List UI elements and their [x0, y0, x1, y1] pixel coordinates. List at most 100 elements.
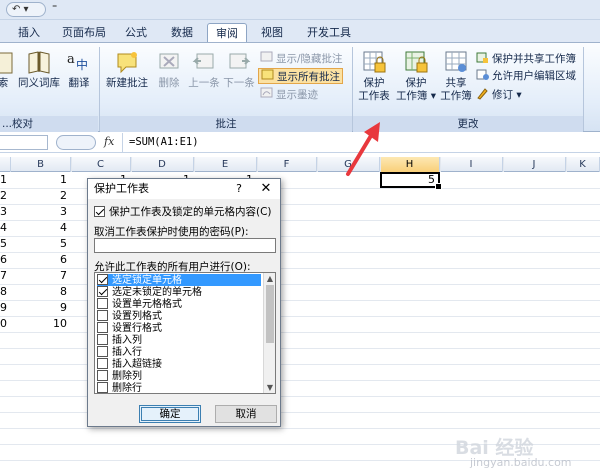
cell-b4[interactable]: 4: [11, 220, 71, 236]
name-box[interactable]: [0, 135, 48, 150]
group-separator: [583, 47, 584, 131]
list-item[interactable]: 插入行: [97, 346, 261, 358]
list-item[interactable]: 删除列: [97, 370, 261, 382]
translate-label: 翻译: [68, 77, 90, 89]
research-label: ...索: [0, 77, 9, 89]
cell-b6[interactable]: 6: [11, 252, 71, 268]
list-item[interactable]: 选定锁定单元格: [97, 274, 261, 286]
cell-b3[interactable]: 3: [11, 204, 71, 220]
list-item[interactable]: 选定未锁定的单元格: [97, 286, 261, 298]
show-ink-button[interactable]: 显示墨迹: [260, 87, 318, 103]
allow-edit-ranges-button[interactable]: 允许用户编辑区域: [476, 68, 576, 84]
password-input[interactable]: [94, 238, 276, 253]
share-workbook-label-2: 工作簿: [440, 90, 472, 102]
protect-sheet-label-2: 工作表: [358, 90, 390, 102]
scroll-thumb[interactable]: [266, 285, 274, 343]
cell-b2[interactable]: 2: [11, 188, 71, 204]
checkbox-icon[interactable]: [97, 370, 108, 381]
customize-qat-button[interactable]: ⁼: [52, 3, 57, 14]
cell-b10[interactable]: 10: [11, 316, 71, 332]
new-comment-label: 新建批注: [106, 77, 148, 89]
protect-workbook-label-1: 保护: [405, 77, 427, 89]
allow-edit-ranges-label: 允许用户编辑区域: [492, 70, 576, 82]
column-header-d[interactable]: D: [131, 157, 194, 172]
column-header-b[interactable]: B: [11, 157, 71, 172]
translate-button[interactable]: a中 翻译: [64, 49, 94, 90]
cell-b1[interactable]: 1: [11, 172, 71, 188]
cell-b7[interactable]: 7: [11, 268, 71, 284]
list-item[interactable]: 设置列格式: [97, 310, 261, 322]
cell-b9[interactable]: 9: [11, 300, 71, 316]
previous-comment-button[interactable]: 上一条: [187, 49, 221, 90]
scroll-down-icon[interactable]: ▼: [264, 382, 275, 393]
next-comment-label: 下一条: [223, 77, 255, 89]
tab-review[interactable]: 审阅: [207, 23, 247, 43]
cancel-button[interactable]: 取消: [215, 405, 277, 423]
column-header-c[interactable]: C: [71, 157, 131, 172]
checkbox-icon[interactable]: [97, 310, 108, 321]
list-item[interactable]: 设置行格式: [97, 322, 261, 334]
column-header-j[interactable]: J: [503, 157, 566, 172]
checkbox-checked-icon[interactable]: [97, 274, 108, 285]
ribbon: ...索 同义词库 a中 翻译 ...校对 新建批注 删除 上一条 下一条 显示…: [0, 42, 600, 132]
list-item[interactable]: 插入超链接: [97, 358, 261, 370]
protect-share-icon: [476, 52, 488, 63]
close-icon[interactable]: ✕: [256, 179, 276, 199]
previous-comment-label: 上一条: [188, 77, 220, 89]
formula-bar-buttons[interactable]: [56, 135, 96, 150]
checkbox-icon[interactable]: [97, 322, 108, 333]
share-workbook-button[interactable]: 共享 工作簿: [438, 49, 474, 103]
thesaurus-button[interactable]: 同义词库: [18, 49, 60, 90]
scroll-up-icon[interactable]: ▲: [264, 273, 275, 284]
column-header-e[interactable]: E: [194, 157, 257, 172]
undo-button[interactable]: ↶ ▾: [6, 2, 46, 17]
list-item-label: 插入列: [112, 335, 142, 346]
new-comment-button[interactable]: 新建批注: [104, 49, 150, 90]
protect-sheet-icon: [363, 51, 386, 73]
tab-data[interactable]: 数据: [164, 23, 200, 42]
column-headers: B C D E F G H I J K: [0, 157, 600, 172]
protect-workbook-button[interactable]: 保护 工作簿 ▾: [394, 49, 438, 103]
svg-text:a: a: [67, 52, 75, 67]
share-workbook-label-1: 共享: [445, 77, 467, 89]
tab-view[interactable]: 视图: [253, 23, 291, 42]
show-all-comments-button[interactable]: 显示所有批注: [258, 68, 343, 84]
column-header-k[interactable]: K: [566, 157, 600, 172]
new-comment-icon: [117, 52, 137, 74]
tab-formulas[interactable]: 公式: [118, 23, 154, 42]
tab-insert[interactable]: 插入: [12, 23, 46, 42]
tab-developer[interactable]: 开发工具: [298, 23, 360, 42]
protect-sheet-button[interactable]: 保护 工作表: [356, 49, 392, 103]
checkbox-icon[interactable]: [97, 358, 108, 369]
checkbox-icon[interactable]: [97, 298, 108, 309]
track-changes-button[interactable]: 修订 ▾: [476, 87, 522, 103]
ok-button[interactable]: 确定: [139, 405, 201, 423]
checkbox-checked-icon[interactable]: [97, 286, 108, 297]
thesaurus-book-icon: [28, 51, 50, 74]
protect-share-workbook-button[interactable]: 保护并共享工作簿: [476, 51, 576, 67]
list-item[interactable]: 插入列: [97, 334, 261, 346]
research-button[interactable]: ...索: [0, 49, 14, 90]
column-header-f[interactable]: F: [257, 157, 317, 172]
delete-comment-button[interactable]: 删除: [154, 49, 184, 90]
delete-comment-icon: [159, 53, 179, 69]
column-header-a[interactable]: [0, 157, 11, 172]
cell-b8[interactable]: 8: [11, 284, 71, 300]
protect-contents-checkbox[interactable]: 保护工作表及锁定的单元格内容(C): [94, 205, 272, 219]
cell-b5[interactable]: 5: [11, 236, 71, 252]
help-button[interactable]: ?: [229, 179, 249, 199]
list-item[interactable]: 设置单元格格式: [97, 298, 261, 310]
column-header-i[interactable]: I: [440, 157, 503, 172]
permissions-list[interactable]: 选定锁定单元格 选定未锁定的单元格 设置单元格格式 设置列格式 设置行格式 插入…: [94, 272, 276, 394]
checkbox-icon[interactable]: [97, 382, 108, 393]
tab-page-layout[interactable]: 页面布局: [56, 23, 112, 42]
next-comment-button[interactable]: 下一条: [222, 49, 256, 90]
protect-workbook-icon: [405, 51, 428, 73]
ribbon-tabs: 插入 页面布局 公式 数据 审阅 视图 开发工具: [0, 20, 600, 43]
list-scrollbar[interactable]: ▲ ▼: [263, 273, 275, 393]
list-item[interactable]: 删除行: [97, 382, 261, 393]
show-hide-comment-button[interactable]: 显示/隐藏批注: [260, 51, 343, 67]
checkbox-icon[interactable]: [97, 346, 108, 357]
checkbox-icon[interactable]: [97, 334, 108, 345]
insert-function-button[interactable]: fx: [104, 135, 114, 148]
